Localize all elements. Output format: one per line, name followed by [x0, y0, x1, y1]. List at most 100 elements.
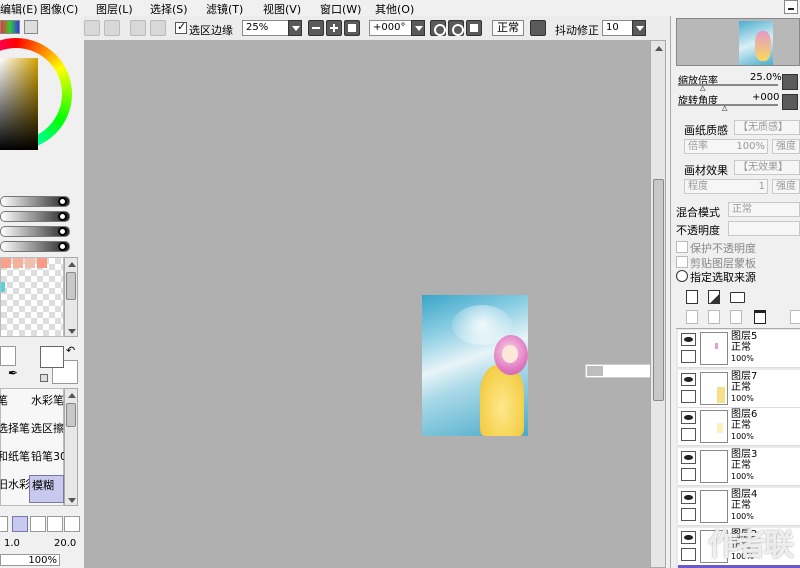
- material-degree-field[interactable]: 程度 1: [684, 179, 768, 194]
- scroll-down-icon[interactable]: [66, 494, 78, 504]
- brush-shape-triangle-icon[interactable]: [12, 516, 28, 532]
- tool-watercolor[interactable]: 水彩笔: [31, 392, 64, 408]
- tool-pen[interactable]: 笔: [0, 392, 8, 408]
- layer-row[interactable]: 图层3 正常 100%: [678, 448, 800, 486]
- menu-other[interactable]: 其他(O): [375, 1, 414, 17]
- layer-row[interactable]: 图层6 正常 100%: [678, 408, 800, 446]
- zoom-slider[interactable]: [678, 84, 778, 86]
- color-slider-4[interactable]: [0, 241, 70, 252]
- eye-icon[interactable]: [681, 411, 696, 424]
- slider-knob[interactable]: [58, 212, 67, 221]
- density-field[interactable]: 100%: [0, 554, 60, 566]
- menu-layer[interactable]: 图层(L): [96, 1, 133, 17]
- navigator-preview[interactable]: [676, 18, 800, 66]
- color-slider-2[interactable]: [0, 211, 70, 222]
- eye-icon[interactable]: [681, 531, 696, 544]
- material-strength-field[interactable]: 强度: [772, 179, 800, 194]
- layer-lock-checkbox[interactable]: [681, 350, 696, 363]
- delete-layer-icon[interactable]: [754, 310, 766, 324]
- new-linework-layer-icon[interactable]: [708, 290, 720, 304]
- invert-selection-button[interactable]: [150, 20, 166, 36]
- layer-row[interactable]: 图层5 正常 100%: [678, 330, 800, 368]
- scroll-thumb[interactable]: [66, 403, 76, 427]
- swatch[interactable]: [13, 258, 23, 268]
- menu-select[interactable]: 选择(S): [150, 1, 188, 17]
- paper-scale-field[interactable]: 倍率 100%: [684, 139, 768, 154]
- zoom-reset-icon[interactable]: [782, 74, 798, 90]
- tool-scrollbar[interactable]: [64, 388, 78, 506]
- swap-colors-icon[interactable]: ↶: [66, 344, 75, 357]
- flip-icon[interactable]: [530, 20, 546, 36]
- tool-pencil30[interactable]: 铅笔30: [31, 448, 67, 464]
- scroll-thumb[interactable]: [653, 179, 664, 401]
- canvas-scrollbar[interactable]: [650, 40, 666, 568]
- selection-source-radio[interactable]: [676, 270, 688, 282]
- layer-lock-checkbox[interactable]: [681, 548, 696, 561]
- paper-texture-select[interactable]: 【无质感】: [734, 120, 800, 135]
- blend-mode-select[interactable]: 正常: [728, 202, 800, 217]
- swatch-grid[interactable]: [0, 257, 64, 337]
- eye-icon[interactable]: [681, 491, 696, 504]
- zoom-slider-handle[interactable]: △: [700, 84, 705, 92]
- floating-palette[interactable]: [585, 364, 651, 378]
- material-effect-select[interactable]: 【无效果】: [734, 160, 800, 175]
- new-layer-icon[interactable]: [686, 290, 698, 304]
- color-slider-1[interactable]: [0, 196, 70, 207]
- rotate-right-button[interactable]: [448, 20, 464, 36]
- eye-icon[interactable]: [681, 373, 696, 386]
- brush-shape-rect-icon[interactable]: [64, 516, 80, 532]
- color-slider-3[interactable]: [0, 226, 70, 237]
- color-history-icon[interactable]: [24, 20, 38, 34]
- menu-image[interactable]: 图像(C): [40, 1, 78, 17]
- swatch[interactable]: [25, 258, 35, 268]
- undo-button[interactable]: [84, 20, 100, 36]
- layer-mask-icon[interactable]: [790, 310, 800, 324]
- swatch[interactable]: [1, 282, 5, 292]
- minimize-icon[interactable]: [784, 0, 798, 14]
- menu-filter[interactable]: 滤镜(T): [206, 1, 243, 17]
- brush-shape-flat[interactable]: [0, 516, 8, 532]
- rotate-left-button[interactable]: [430, 20, 446, 36]
- brush-shape-round-icon[interactable]: [30, 516, 46, 532]
- slider-knob[interactable]: [58, 227, 67, 236]
- zoom-reset-button[interactable]: [344, 20, 360, 36]
- angle-slider[interactable]: [678, 104, 778, 106]
- canvas-area[interactable]: [84, 40, 650, 568]
- transfer-down-icon[interactable]: [686, 310, 698, 324]
- clip-group-checkbox[interactable]: [676, 256, 688, 268]
- scroll-up-icon[interactable]: [66, 390, 78, 400]
- swatch-scrollbar[interactable]: [64, 257, 78, 337]
- layer-row[interactable]: 图层7 正常 100%: [678, 370, 800, 408]
- eye-icon[interactable]: [681, 451, 696, 464]
- tool-select-pen[interactable]: 选择笔: [0, 420, 30, 436]
- slider-knob[interactable]: [58, 197, 67, 206]
- saturation-value-square[interactable]: [0, 58, 38, 150]
- mode-button[interactable]: 正常: [492, 20, 524, 36]
- layer-lock-checkbox[interactable]: [681, 428, 696, 441]
- scroll-up-icon[interactable]: [653, 43, 665, 53]
- scroll-thumb[interactable]: [66, 272, 76, 300]
- scroll-down-icon[interactable]: [66, 325, 78, 335]
- eye-icon[interactable]: [681, 333, 696, 346]
- menu-edit[interactable]: 编辑(E): [0, 1, 38, 17]
- selection-edge-checkbox[interactable]: [175, 21, 187, 34]
- tool-select-eraser[interactable]: 选区擦: [31, 420, 64, 436]
- zoom-in-button[interactable]: [326, 20, 342, 36]
- stabilizer-dropdown-icon[interactable]: [632, 20, 646, 36]
- tool-old-watercolor[interactable]: 旧水彩: [0, 476, 30, 492]
- protect-opacity-checkbox[interactable]: [676, 241, 688, 253]
- swatch[interactable]: [1, 258, 11, 268]
- layer-lock-checkbox[interactable]: [681, 508, 696, 521]
- clear-layer-icon[interactable]: [730, 310, 742, 324]
- zoom-out-button[interactable]: [308, 20, 324, 36]
- new-folder-icon[interactable]: [730, 292, 745, 303]
- layer-lock-checkbox[interactable]: [681, 390, 696, 403]
- opacity-slider[interactable]: [728, 221, 800, 236]
- color-box-partial[interactable]: [0, 346, 16, 366]
- canvas-artwork[interactable]: [422, 295, 528, 436]
- menu-view[interactable]: 视图(V): [263, 1, 301, 17]
- zoom-dropdown-icon[interactable]: [288, 20, 302, 36]
- redo-button[interactable]: [104, 20, 120, 36]
- scroll-up-icon[interactable]: [66, 259, 78, 269]
- reset-colors-icon[interactable]: [40, 374, 48, 382]
